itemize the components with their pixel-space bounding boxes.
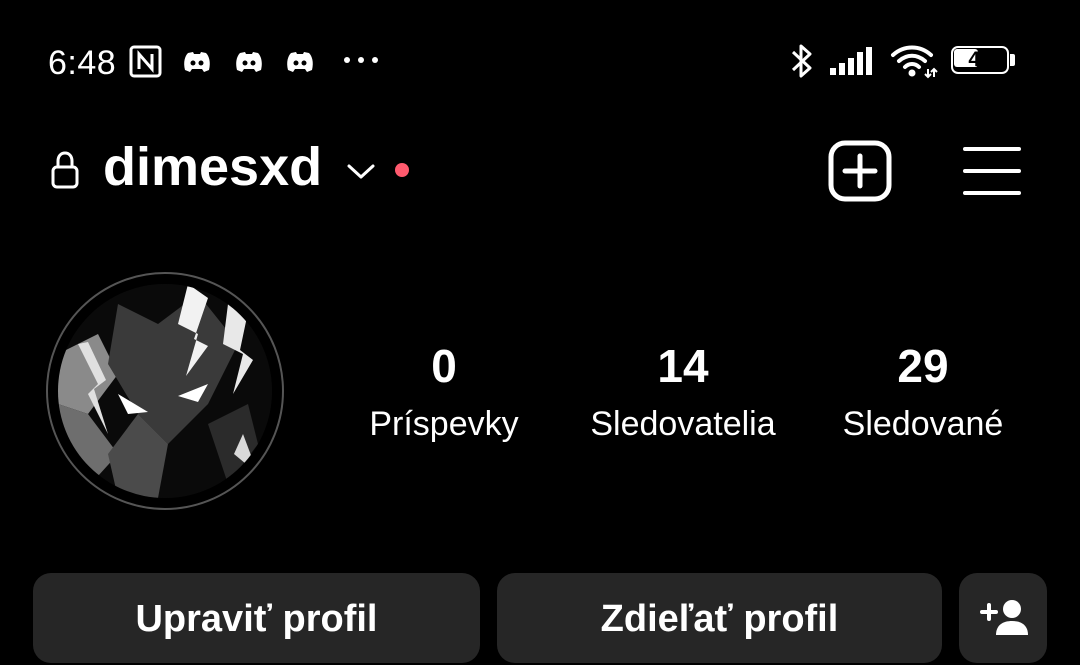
more-icon (344, 57, 378, 63)
following-label: Sledované (842, 405, 1004, 443)
add-user-icon (980, 600, 1028, 635)
chevron-down-icon[interactable] (345, 160, 377, 182)
stat-following[interactable]: 29 Sledované (793, 338, 1053, 450)
followers-count: 14 (657, 340, 709, 392)
discord-icon (236, 52, 262, 72)
nfc-icon (129, 45, 162, 78)
discover-people-button[interactable] (959, 573, 1047, 663)
notification-dot (395, 163, 409, 177)
battery-level: 47 (968, 48, 992, 71)
share-profile-button[interactable]: Zdieľať profil (497, 573, 942, 663)
followers-label: Sledovatelia (590, 405, 776, 443)
battery-icon: 47 (951, 46, 1015, 74)
bluetooth-icon (791, 44, 812, 78)
status-bar: 6:48 47 (0, 0, 1080, 120)
signal-icon (830, 47, 872, 75)
discord-icon (287, 52, 313, 72)
stat-posts[interactable]: 0 Príspevky (314, 338, 574, 450)
wifi-icon (891, 45, 938, 79)
new-post-icon[interactable] (828, 140, 892, 202)
status-time: 6:48 (48, 44, 117, 82)
avatar[interactable] (58, 284, 272, 498)
posts-count: 0 (431, 340, 457, 392)
lock-icon (51, 151, 79, 189)
following-count: 29 (897, 340, 949, 392)
posts-label: Príspevky (369, 405, 519, 443)
avatar-image (58, 284, 272, 498)
menu-icon[interactable] (963, 145, 1021, 197)
stat-followers[interactable]: 14 Sledovatelia (553, 338, 813, 450)
username[interactable]: dimesxd (103, 136, 322, 198)
discord-icon (184, 52, 210, 72)
edit-profile-button[interactable]: Upraviť profil (33, 573, 480, 663)
